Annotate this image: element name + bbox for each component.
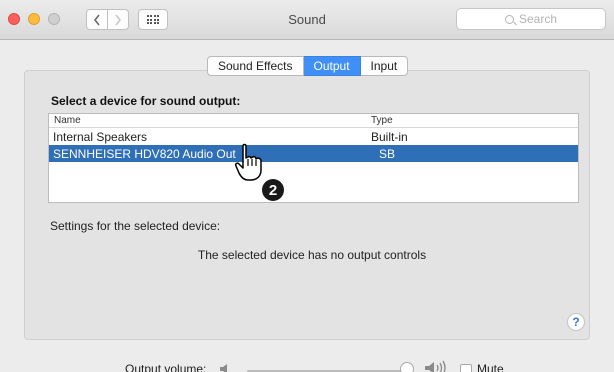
tab-bar: Sound Effects Output Input (207, 56, 409, 76)
device-name: SENNHEISER HDV820 Audio Out (53, 146, 236, 161)
section-title: Select a device for sound output: (51, 94, 241, 108)
device-type: SB (379, 146, 396, 161)
help-button[interactable]: ? (567, 313, 585, 331)
pointing-hand-cursor-icon (235, 143, 262, 181)
table-row-selected[interactable]: SENNHEISER HDV820 Audio Out SB (49, 145, 578, 162)
sound-preferences-window: Sound Search Sound Effects Output Input … (0, 0, 614, 372)
speaker-high-icon (425, 360, 446, 372)
table-header: Name Type (49, 114, 578, 128)
device-name: Internal Speakers (53, 129, 148, 144)
tab-input[interactable]: Input (360, 56, 409, 76)
column-header-name[interactable]: Name (54, 115, 81, 126)
settings-label: Settings for the selected device: (50, 219, 221, 233)
output-panel (24, 70, 590, 340)
tab-sound-effects[interactable]: Sound Effects (207, 56, 304, 76)
search-field[interactable]: Search (456, 8, 606, 30)
device-type: Built-in (371, 129, 408, 144)
volume-label: Output volume: (125, 362, 207, 372)
title-bar: Sound Search (0, 0, 614, 40)
mute-checkbox[interactable] (460, 364, 472, 372)
mute-label[interactable]: Mute (477, 362, 504, 372)
volume-footer: Output volume: Mute (0, 346, 614, 372)
search-icon (504, 14, 514, 24)
tab-output[interactable]: Output (303, 56, 361, 76)
speaker-low-icon (220, 364, 227, 372)
column-header-type[interactable]: Type (371, 115, 393, 126)
search-placeholder: Search (518, 12, 558, 26)
volume-slider-knob[interactable] (400, 362, 414, 372)
step-number-badge: 2 (262, 179, 284, 201)
table-row[interactable]: Internal Speakers Built-in (49, 128, 578, 145)
device-table: Name Type Internal Speakers Built-in SEN… (48, 113, 579, 203)
no-controls-message: The selected device has no output contro… (197, 248, 427, 262)
